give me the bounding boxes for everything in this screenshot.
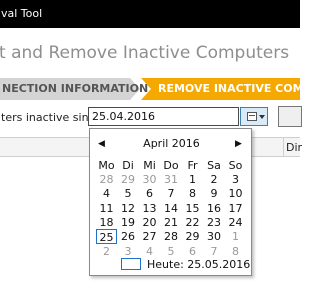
column-header-dir[interactable]: Dir: [286, 141, 302, 154]
calendar-day[interactable]: 4: [139, 244, 160, 259]
weekday-header: Di: [122, 159, 134, 172]
calendar-day[interactable]: 26: [118, 229, 139, 244]
calendar-day[interactable]: 28: [161, 229, 182, 244]
calendar-day[interactable]: 28: [96, 172, 117, 187]
calendar-day[interactable]: 23: [204, 215, 225, 230]
calendar-day[interactable]: 1: [182, 172, 203, 187]
calendar-day[interactable]: 8: [225, 244, 246, 259]
calendar-day[interactable]: 2: [204, 172, 225, 187]
calendar-day[interactable]: 15: [182, 201, 203, 216]
step-connection-information-label: NECTION INFORMATION: [2, 82, 149, 95]
calendar-day[interactable]: 16: [204, 201, 225, 216]
calendar-day[interactable]: 3: [118, 244, 139, 259]
calendar-day[interactable]: 31: [161, 172, 182, 187]
inactive-since-date-input[interactable]: [88, 107, 239, 126]
wizard-steps: NECTION INFORMATION REMOVE INACTIVE COMP…: [0, 78, 300, 100]
calendar-day[interactable]: 29: [182, 229, 203, 244]
calendar-day[interactable]: 5: [161, 244, 182, 259]
calendar-day[interactable]: 30: [204, 229, 225, 244]
calendar-day[interactable]: 7: [161, 186, 182, 201]
calendar-day[interactable]: 14: [161, 201, 182, 216]
calendar-day[interactable]: 6: [139, 186, 160, 201]
weekday-header: So: [228, 159, 243, 172]
today-marker: [121, 258, 141, 270]
calendar-day[interactable]: 29: [118, 172, 139, 187]
today-link[interactable]: Heute: 25.05.2016: [121, 258, 250, 271]
calendar-day[interactable]: 4: [96, 186, 117, 201]
calendar-day[interactable]: 21: [161, 215, 182, 230]
calendar-day[interactable]: 17: [225, 201, 246, 216]
calendar-day[interactable]: 3: [225, 172, 246, 187]
calendar-day[interactable]: 6: [182, 244, 203, 259]
calendar-month-label[interactable]: April 2016: [90, 137, 253, 150]
calendar-day[interactable]: 24: [225, 215, 246, 230]
calendar-day[interactable]: 22: [182, 215, 203, 230]
calendar-day[interactable]: 9: [204, 186, 225, 201]
calendar-day[interactable]: 12: [118, 201, 139, 216]
page-title: t and Remove Inactive Computers: [0, 43, 290, 63]
calendar-day[interactable]: 13: [139, 201, 160, 216]
calendar-day[interactable]: 20: [139, 215, 160, 230]
calendar-day[interactable]: 2: [96, 244, 117, 259]
calendar-day[interactable]: 19: [118, 215, 139, 230]
calendar-day-selected[interactable]: 25: [96, 229, 117, 245]
calendar-day[interactable]: 11: [96, 201, 117, 216]
title-bar: val Tool: [0, 0, 300, 28]
column-divider: [283, 138, 284, 156]
calendar-day[interactable]: 1: [225, 229, 246, 244]
calendar-day[interactable]: 18: [96, 215, 117, 230]
calendar-day[interactable]: 10: [225, 186, 246, 201]
calendar-dropdown-button[interactable]: [240, 107, 268, 126]
calendar-day[interactable]: 30: [139, 172, 160, 187]
chevron-right-icon[interactable]: ▶: [235, 139, 242, 149]
calendar-day[interactable]: 5: [118, 186, 139, 201]
window-title: val Tool: [1, 7, 43, 20]
today-label: Heute: 25.05.2016: [147, 258, 251, 271]
weekday-header: Sa: [207, 159, 221, 172]
inactive-since-label: ters inactive since: [1, 111, 102, 124]
step-remove-inactive-computers-label: REMOVE INACTIVE COMPU: [158, 82, 300, 95]
date-picker-popup: ◀ April 2016 ▶ Mo Di Mi Do Fr Sa So 28 29 30 31 1 2…: [89, 128, 252, 276]
calendar-day[interactable]: 8: [182, 186, 203, 201]
weekday-header: Mi: [143, 159, 156, 172]
calendar-day[interactable]: 7: [204, 244, 225, 259]
weekday-header: Do: [163, 159, 179, 172]
weekday-header: Mo: [98, 159, 115, 172]
apply-filter-button[interactable]: [278, 106, 302, 127]
weekday-header: Fr: [187, 159, 198, 172]
chevron-down-icon: [259, 115, 265, 119]
calendar-icon: [247, 112, 257, 121]
calendar-day[interactable]: 27: [139, 229, 160, 244]
